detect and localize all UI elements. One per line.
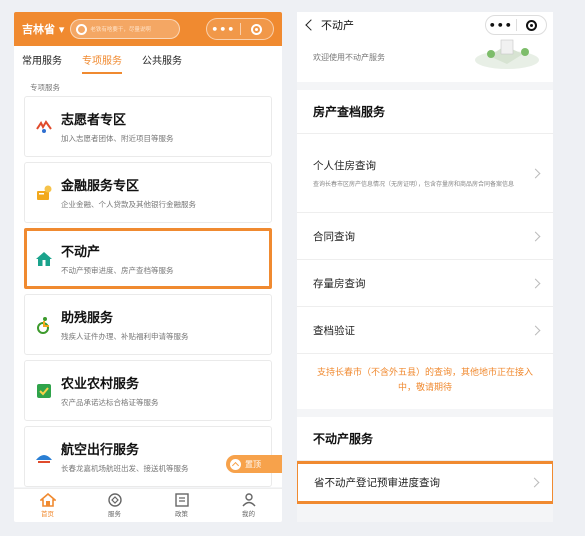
- nav-home[interactable]: 首页: [14, 489, 81, 522]
- airplane-icon: [35, 448, 53, 466]
- user-icon: [241, 493, 256, 507]
- group-title: 房产查档服务: [297, 90, 553, 134]
- page-title: 不动产: [321, 19, 354, 32]
- card-disability[interactable]: 助残服务残疾人证件办理、补贴福利申请等服务: [24, 294, 272, 355]
- services-icon: [107, 493, 122, 507]
- tab-special-services[interactable]: 专项服务: [82, 52, 122, 74]
- tab-public-services[interactable]: 公共服务: [142, 52, 182, 69]
- card-finance[interactable]: 金融服务专区企业金融、个人贷款及其他银行金融服务: [24, 162, 272, 223]
- nav-services[interactable]: 服务: [81, 489, 148, 522]
- real-estate-service-group: 不动产服务 省不动产登记预审进度查询: [297, 416, 553, 504]
- search-icon: [76, 23, 88, 35]
- finance-icon: [35, 184, 53, 202]
- service-tabs: 常用服务 专项服务 公共服务: [14, 46, 282, 74]
- back-arrow-icon[interactable]: [305, 19, 317, 31]
- miniprogram-capsule: •••: [206, 18, 274, 40]
- row-pre-review-progress-query[interactable]: 省不动产登记预审进度查询: [297, 460, 553, 504]
- row-label: 查档验证: [313, 324, 355, 337]
- search-input[interactable]: 老铁有啥要干，尽量说啊: [70, 19, 181, 39]
- close-miniprogram-icon[interactable]: [517, 19, 547, 31]
- coverage-notice: 支持长春市（不含外五县）的查询，其他地市正在接入中，敬请期待: [316, 368, 533, 394]
- card-desc: 残疾人证件办理、补贴福利申请等服务: [61, 332, 189, 341]
- welcome-text: 欢迎使用不动产服务: [313, 53, 385, 62]
- chevron-up-icon: [230, 458, 241, 470]
- section-label: 专项服务: [14, 74, 282, 96]
- chevron-right-icon: [530, 231, 541, 241]
- card-agriculture[interactable]: 农业农村服务农产品承诺达标合格证等服务: [24, 360, 272, 421]
- nav-policy[interactable]: 政策: [148, 489, 215, 522]
- chevron-right-icon: [529, 477, 540, 488]
- nav-label: 首页: [41, 510, 54, 518]
- nav-label: 我的: [242, 510, 255, 518]
- home-icon: [39, 493, 56, 507]
- chevron-right-icon: [530, 278, 541, 288]
- real-estate-icon: [35, 250, 53, 268]
- archive-query-group: 房产查档服务 个人住房查询 查询长春市区房产信息情况（无房证明），包含存量房和商…: [297, 90, 553, 409]
- card-title: 农业农村服务: [61, 377, 140, 392]
- card-desc: 不动产预审进度、房产查档等服务: [61, 266, 174, 275]
- card-title: 不动产: [61, 245, 101, 260]
- nav-mine[interactable]: 我的: [215, 489, 282, 522]
- card-desc: 长春龙嘉机场航班出发、接送机等服务: [61, 464, 189, 473]
- region-selector[interactable]: 吉林省 ▾: [22, 21, 64, 37]
- left-phone-screen: 吉林省 ▾ 老铁有啥要干，尽量说啊 ••• 常用服务 专项服务 公共服务 专项服…: [14, 12, 282, 522]
- policy-icon: [174, 493, 189, 507]
- row-existing-housing-query[interactable]: 存量房查询: [297, 260, 553, 307]
- back-to-top-button[interactable]: 置顶: [226, 455, 282, 473]
- row-label: 合同查询: [313, 230, 355, 243]
- disability-icon: [35, 316, 53, 334]
- row-label: 个人住房查询: [313, 159, 376, 172]
- agriculture-icon: [35, 382, 53, 400]
- card-title: 金融服务专区: [61, 179, 140, 194]
- chevron-right-icon: [530, 325, 541, 335]
- card-title: 助残服务: [61, 311, 114, 326]
- bottom-nav: 首页 服务 政策 我的: [14, 488, 282, 522]
- card-real-estate[interactable]: 不动产不动产预审进度、房产查档等服务: [24, 228, 272, 289]
- card-title: 航空出行服务: [61, 443, 140, 458]
- card-desc: 农产品承诺达标合格证等服务: [61, 398, 159, 407]
- card-volunteer[interactable]: 志愿者专区加入志愿者团体、附近项目等服务: [24, 96, 272, 157]
- card-aviation[interactable]: 航空出行服务长春龙嘉机场航班出发、接送机等服务 置顶: [24, 426, 282, 487]
- card-desc: 企业金融、个人贷款及其他银行金融服务: [61, 200, 196, 209]
- volunteer-icon: [35, 118, 53, 136]
- top-bar: 吉林省 ▾ 老铁有啥要干，尽量说啊 •••: [14, 12, 282, 46]
- row-archive-verification[interactable]: 查档验证: [297, 307, 553, 354]
- more-icon[interactable]: •••: [207, 23, 240, 36]
- row-subtitle: 查询长春市区房产信息情况（无房证明），包含存量房和商品房合同备案信息: [313, 180, 515, 188]
- search-placeholder: 老铁有啥要干，尽量说啊: [90, 27, 151, 33]
- welcome-banner: 欢迎使用不动产服务: [297, 38, 553, 82]
- tab-common-services[interactable]: 常用服务: [22, 52, 62, 69]
- chevron-right-icon: [530, 168, 541, 178]
- row-personal-housing-query[interactable]: 个人住房查询 查询长春市区房产信息情况（无房证明），包含存量房和商品房合同备案信…: [297, 134, 553, 213]
- more-icon[interactable]: •••: [486, 19, 516, 32]
- miniprogram-capsule: •••: [485, 15, 547, 35]
- row-label: 存量房查询: [313, 277, 366, 290]
- card-title: 志愿者专区: [61, 113, 127, 128]
- row-label: 省不动产登记预审进度查询: [314, 476, 440, 489]
- group-title: 不动产服务: [297, 417, 553, 461]
- card-desc: 加入志愿者团体、附近项目等服务: [61, 134, 174, 143]
- row-contract-query[interactable]: 合同查询: [297, 213, 553, 260]
- close-miniprogram-icon[interactable]: [241, 23, 274, 35]
- nav-label: 政策: [175, 510, 188, 518]
- back-to-top-label: 置顶: [245, 459, 261, 469]
- nav-label: 服务: [108, 510, 121, 518]
- building-illustration-icon: [475, 39, 539, 69]
- right-phone-screen: 不动产 ••• 欢迎使用不动产服务 房产查档服务 个人住房查询 查询长春市区房产…: [297, 12, 553, 522]
- service-card-list: 志愿者专区加入志愿者团体、附近项目等服务 金融服务专区企业金融、个人贷款及其他银…: [14, 96, 282, 487]
